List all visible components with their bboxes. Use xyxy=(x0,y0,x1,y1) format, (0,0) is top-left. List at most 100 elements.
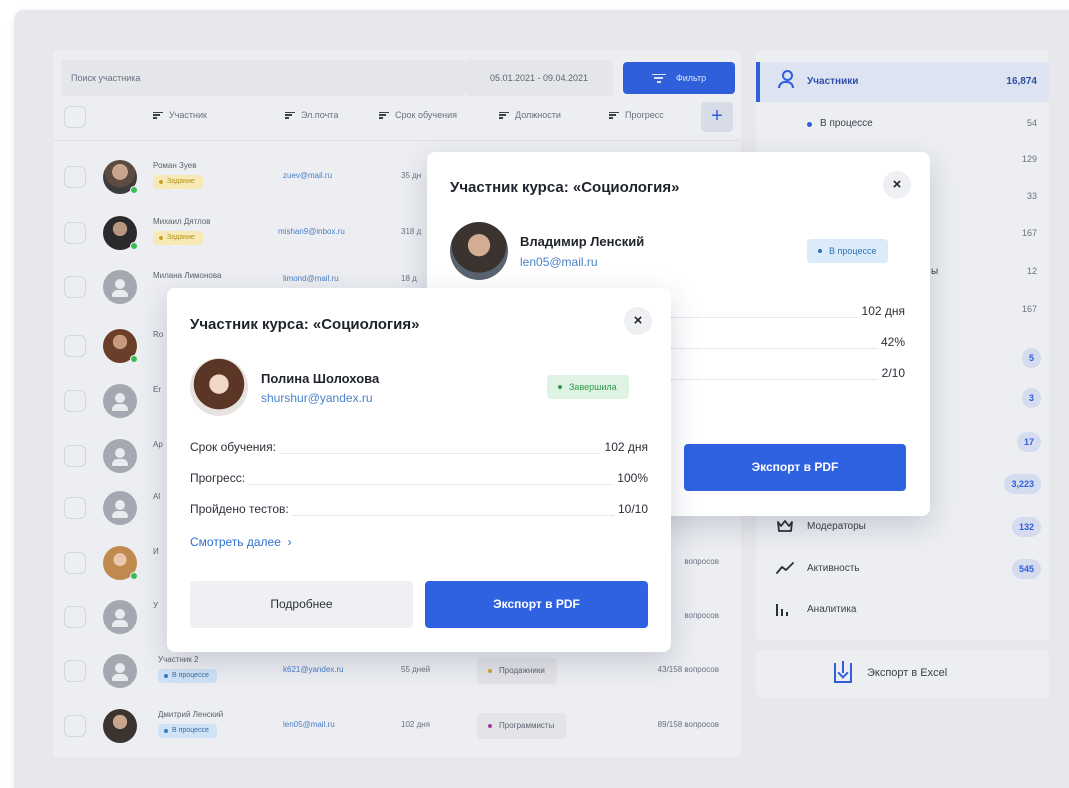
select-all-checkbox[interactable] xyxy=(64,106,86,128)
online-indicator xyxy=(130,186,138,194)
stat-row-progress: Прогресс: 100% xyxy=(190,471,648,485)
online-indicator xyxy=(130,242,138,250)
study-duration: 102 дня xyxy=(401,720,430,729)
export-excel-button[interactable]: Экспорт в Excel xyxy=(756,650,1049,698)
stat-row-duration: Срок обучения: 102 дня xyxy=(190,440,648,454)
filter-icon xyxy=(651,73,666,83)
sort-icon xyxy=(499,111,509,119)
avatar xyxy=(450,222,508,280)
participant-email[interactable]: zuev@mail.ru xyxy=(283,171,332,180)
sidebar-item-participants[interactable]: Участники 16,874 xyxy=(756,62,1049,102)
close-icon[interactable]: × xyxy=(883,171,911,199)
column-header-progress[interactable]: Прогресс xyxy=(609,110,664,120)
add-column-button[interactable]: + xyxy=(701,102,733,132)
sort-icon xyxy=(609,111,619,119)
stat-row: 42% xyxy=(671,335,905,353)
participant-modal-front: Участник курса: «Социология» × Полина Шо… xyxy=(167,288,671,652)
table-header: Участник Эл.почта Срок обучения Должност… xyxy=(53,102,741,132)
row-checkbox[interactable] xyxy=(64,445,86,467)
avatar xyxy=(103,491,137,525)
participant-email[interactable]: len05@mail.ru xyxy=(520,255,598,269)
row-checkbox[interactable] xyxy=(64,166,86,188)
progress-value: 89/158 вопросов xyxy=(657,720,719,729)
participant-name: У xyxy=(153,601,159,610)
status-badge: Завершила xyxy=(547,375,629,399)
row-checkbox[interactable] xyxy=(64,552,86,574)
progress-value: вопросов xyxy=(684,557,719,566)
status-badge: В процессе xyxy=(158,724,217,738)
sidebar-item-analytics[interactable]: Аналитика xyxy=(756,592,1049,628)
participant-email[interactable]: len05@mail.ru xyxy=(283,720,335,729)
sidebar-subitem-in-progress[interactable]: В процессе 54 xyxy=(756,106,1049,142)
row-checkbox[interactable] xyxy=(64,390,86,412)
row-checkbox[interactable] xyxy=(64,660,86,682)
sidebar-item-activity[interactable]: Активность 545 xyxy=(756,551,1049,587)
participant-name: Михаил Дятлов xyxy=(153,217,211,226)
position-tag: Программисты xyxy=(477,713,567,739)
details-button[interactable]: Подробнее xyxy=(190,581,413,628)
participant-email[interactable]: k621@yandex.ru xyxy=(283,665,344,674)
avatar xyxy=(103,600,137,634)
row-checkbox[interactable] xyxy=(64,606,86,628)
bar-chart-icon xyxy=(776,602,794,616)
header-divider xyxy=(53,140,741,141)
stat-row: 102 дня xyxy=(671,304,905,322)
participant-name: Ro xyxy=(153,330,164,339)
participant-name: Полина Шолохова xyxy=(261,371,380,386)
close-icon[interactable]: × xyxy=(624,307,652,335)
date-range-picker[interactable]: 05.01.2021 - 09.04.2021 xyxy=(465,60,613,96)
avatar xyxy=(103,439,137,473)
participant-name: Al xyxy=(153,492,161,501)
column-header-positions[interactable]: Должности xyxy=(499,110,561,120)
participant-name: Роман Зуев xyxy=(153,161,197,170)
stat-row: 2/10 xyxy=(671,366,905,384)
participant-name: Дмитрий Ленский xyxy=(158,710,224,719)
progress-value: 43/158 вопросов xyxy=(657,665,719,674)
online-indicator xyxy=(130,355,138,363)
row-checkbox[interactable] xyxy=(64,497,86,519)
participant-email[interactable]: limond@mail.ru xyxy=(283,274,339,283)
chevron-right-icon: › xyxy=(287,535,292,549)
download-icon xyxy=(834,661,852,683)
sort-icon xyxy=(379,111,389,119)
avatar xyxy=(103,384,137,418)
user-icon xyxy=(778,70,794,88)
status-badge: В процессе xyxy=(807,239,889,263)
online-indicator xyxy=(130,572,138,580)
participant-name: И xyxy=(153,547,159,556)
participant-email[interactable]: mishan9@inbox.ru xyxy=(278,227,345,236)
stat-row-tests: Пройдено тестов: 10/10 xyxy=(190,502,648,516)
row-checkbox[interactable] xyxy=(64,222,86,244)
study-duration: 18 д xyxy=(401,274,417,283)
column-header-duration[interactable]: Срок обучения xyxy=(379,110,457,120)
sort-icon xyxy=(285,111,295,119)
table-row[interactable]: Дмитрий Ленский В процессе len05@mail.ru… xyxy=(53,700,741,752)
status-badge: Задание xyxy=(153,231,203,245)
participant-name: Er xyxy=(153,385,161,394)
see-more-link[interactable]: Смотреть далее › xyxy=(190,535,292,549)
sort-icon xyxy=(153,111,163,119)
avatar xyxy=(190,358,248,416)
filter-button[interactable]: Фильтр xyxy=(623,62,735,94)
column-header-email[interactable]: Эл.почта xyxy=(285,110,338,120)
study-duration: 318 д xyxy=(401,227,422,236)
export-pdf-button[interactable]: Экспорт в PDF xyxy=(684,444,906,491)
modal-title: Участник курса: «Социология» xyxy=(190,316,420,333)
filter-label: Фильтр xyxy=(675,73,707,83)
study-duration: 55 дней xyxy=(401,665,431,674)
study-duration: 35 дн xyxy=(401,171,422,180)
row-checkbox[interactable] xyxy=(64,335,86,357)
export-pdf-button[interactable]: Экспорт в PDF xyxy=(425,581,648,628)
participant-email[interactable]: shurshur@yandex.ru xyxy=(261,391,373,405)
participant-name: Участник 2 xyxy=(158,655,199,664)
status-badge: Задание xyxy=(153,175,203,189)
column-header-participant[interactable]: Участник xyxy=(153,110,207,120)
row-checkbox[interactable] xyxy=(64,276,86,298)
avatar xyxy=(103,709,137,743)
crown-icon xyxy=(776,519,794,533)
table-row[interactable]: Участник 2 В процессе k621@yandex.ru 55 … xyxy=(53,645,741,697)
row-checkbox[interactable] xyxy=(64,715,86,737)
participant-name: Ap xyxy=(153,440,163,449)
search-input[interactable]: Поиск участника xyxy=(61,60,465,96)
participant-name: Милана Лимонова xyxy=(153,271,222,280)
